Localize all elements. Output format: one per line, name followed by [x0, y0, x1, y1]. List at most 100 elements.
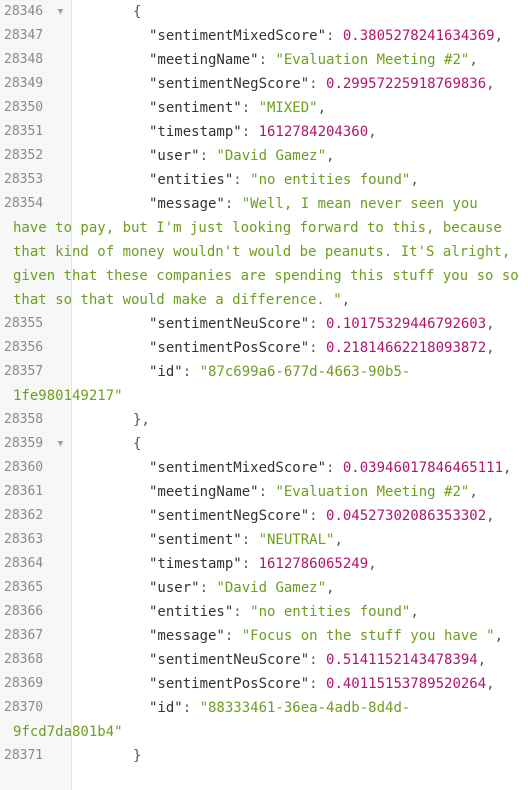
json-key: "sentimentMixedScore"	[149, 28, 327, 44]
key-value-pair: "id": "87c699a6-677d-4663-90b5-	[71, 360, 528, 384]
json-key: "sentimentNegScore"	[149, 76, 310, 92]
code-line-wrapped: 1fe980149217"	[0, 384, 528, 408]
colon: :	[309, 508, 327, 524]
line-number: 28349	[4, 76, 44, 91]
json-value: "no entities found"	[250, 604, 411, 620]
code-line: 28363 "sentiment": "NEUTRAL",	[0, 528, 528, 552]
line-number: 28361	[4, 484, 44, 499]
key-value-pair: "timestamp": 1612786065249,	[71, 552, 528, 576]
line-number: 28362	[4, 508, 44, 523]
line-number: 28371	[4, 748, 44, 763]
comma: ,	[410, 172, 419, 188]
json-value-start: "87c699a6-677d-4663-90b5-	[199, 364, 411, 380]
json-editor[interactable]: 28346 ▼ {28347 "sentimentMixedScore": 0.380…	[0, 0, 528, 790]
code-line: 28367 "message": "Focus on the stuff you …	[0, 624, 528, 648]
key-value-pair: "message": "Well, I mean never seen you	[71, 192, 528, 216]
code-line: 28359 ▼ {	[0, 432, 528, 456]
key-value-pair: "sentiment": "NEUTRAL",	[71, 528, 528, 552]
brace-text: {	[71, 0, 528, 24]
brace-text: },	[71, 408, 528, 432]
json-brace: }	[133, 748, 142, 764]
comma: ,	[486, 676, 495, 692]
key-value-pair: "sentimentMixedScore": 0.039460178464651…	[71, 456, 528, 480]
json-key: "sentimentPosScore"	[149, 676, 310, 692]
colon: :	[309, 76, 327, 92]
comma: ,	[326, 148, 335, 164]
key-value-pair: "sentimentPosScore": 0.40115153789520264…	[71, 672, 528, 696]
colon: :	[224, 628, 242, 644]
code-line: 28357 "id": "87c699a6-677d-4663-90b5-	[0, 360, 528, 384]
code-line-wrapped: 9fcd7da801b4"	[0, 720, 528, 744]
json-key: "user"	[149, 580, 200, 596]
key-value-pair: "message": "Focus on the stuff you have …	[71, 624, 528, 648]
json-value: 0.10175329446792603	[326, 316, 487, 332]
line-number: 28348	[4, 52, 44, 67]
key-value-pair: "sentimentNeuScore": 0.5141152143478394,	[71, 648, 528, 672]
json-value: "MIXED"	[258, 100, 318, 116]
comma: ,	[341, 292, 351, 308]
code-line: 28353 "entities": "no entities found",	[0, 168, 528, 192]
fold-arrow-icon[interactable]: ▼	[50, 432, 71, 456]
code-line: 28371}	[0, 744, 528, 768]
json-value-start: "Well, I mean never seen you	[241, 196, 478, 212]
json-value: "David Gamez"	[216, 580, 327, 596]
code-line: 28350 "sentiment": "MIXED",	[0, 96, 528, 120]
wrapped-value: 9fcd7da801b4"	[13, 720, 528, 744]
json-value: "no entities found"	[250, 172, 411, 188]
key-value-pair: "sentimentNegScore": 0.04527302086353302…	[71, 504, 528, 528]
colon: :	[326, 28, 343, 44]
colon: :	[241, 124, 259, 140]
code-line: 28354 "message": "Well, I mean never seen…	[0, 192, 528, 216]
key-value-pair: "entities": "no entities found",	[71, 600, 528, 624]
line-number: 28360	[4, 460, 44, 475]
comma: ,	[410, 604, 419, 620]
json-key: "sentimentNeuScore"	[149, 652, 310, 668]
line-number: 28356	[4, 340, 44, 355]
comma: ,	[368, 124, 377, 140]
json-key: "meetingName"	[149, 484, 259, 500]
colon: :	[233, 172, 251, 188]
comma: ,	[486, 316, 495, 332]
code-line: 28364 "timestamp": 1612786065249,	[0, 552, 528, 576]
brace-text: {	[71, 432, 528, 456]
json-value: "NEUTRAL"	[258, 532, 335, 548]
code-line: 28358},	[0, 408, 528, 432]
comma: ,	[486, 340, 495, 356]
key-value-pair: "meetingName": "Evaluation Meeting #2",	[71, 48, 528, 72]
fold-arrow-icon[interactable]: ▼	[50, 0, 71, 24]
json-brace: {	[133, 436, 142, 452]
json-key: "entities"	[149, 604, 234, 620]
line-number: 28346	[4, 4, 44, 19]
key-value-pair: "entities": "no entities found",	[71, 168, 528, 192]
colon: :	[224, 196, 242, 212]
code-line: 28347 "sentimentMixedScore": 0.3805278241…	[0, 24, 528, 48]
line-number: 28358	[4, 412, 44, 427]
colon: :	[258, 52, 276, 68]
json-value-cont: 9fcd7da801b4"	[13, 724, 123, 740]
line-number: 28350	[4, 100, 44, 115]
json-key: "sentimentPosScore"	[149, 340, 310, 356]
colon: :	[309, 316, 327, 332]
wrapped-value: 1fe980149217"	[13, 384, 528, 408]
code-line: 28352 "user": "David Gamez",	[0, 144, 528, 168]
code-line: 28360 "sentimentMixedScore": 0.0394601784…	[0, 456, 528, 480]
line-number: 28364	[4, 556, 44, 571]
brace-text: }	[71, 744, 528, 768]
json-key: "message"	[149, 628, 225, 644]
line-number: 28368	[4, 652, 44, 667]
json-key: "user"	[149, 148, 200, 164]
json-value: 0.40115153789520264	[326, 676, 487, 692]
wrapped-value: have to pay, but I'm just looking forwar…	[13, 216, 528, 312]
colon: :	[241, 556, 259, 572]
json-key: "message"	[149, 196, 225, 212]
code-area[interactable]: 28346 ▼ {28347 "sentimentMixedScore": 0.380…	[0, 0, 528, 768]
